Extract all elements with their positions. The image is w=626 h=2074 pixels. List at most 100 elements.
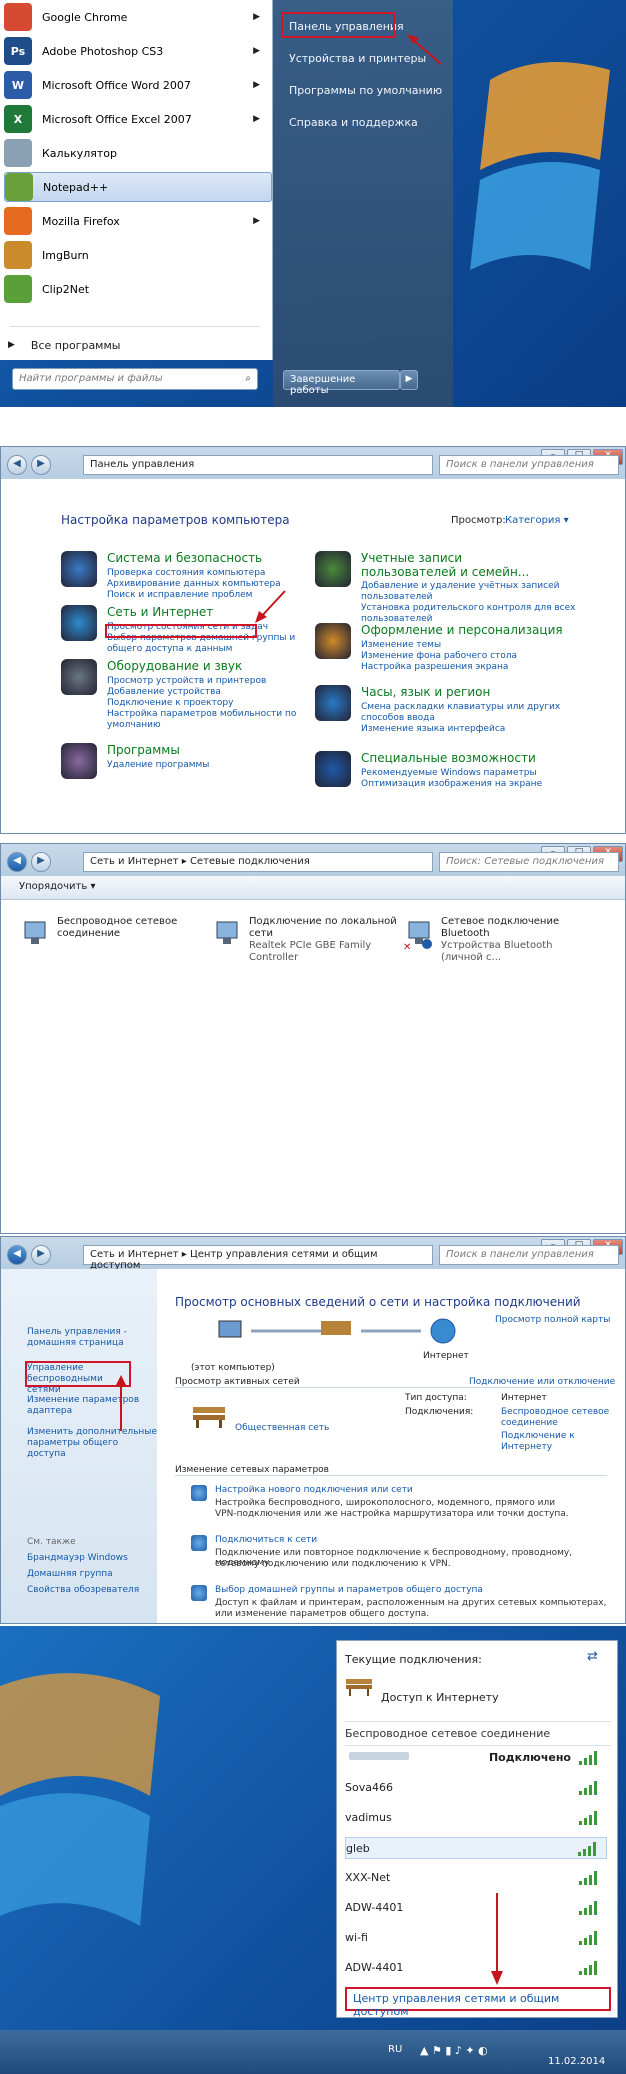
wireless-connection-link[interactable]: Беспроводное сетевое соединение [501, 1407, 609, 1429]
refresh-icon[interactable]: ⇄ [587, 1649, 598, 1664]
category-link[interactable]: Добавление и удаление учётных записей [361, 581, 576, 592]
program-item[interactable]: Clip2Net [4, 274, 272, 304]
wifi-network-item[interactable]: vadimus [345, 1807, 607, 1829]
firewall-link[interactable]: Брандмауэр Windows [27, 1553, 128, 1563]
task-link[interactable]: Выбор домашней группы и параметров общег… [215, 1585, 483, 1595]
shutdown-options-button[interactable]: ▶ [400, 370, 418, 390]
triangle-right-icon: ▶ [8, 340, 15, 350]
wifi-network-item[interactable]: gleb [345, 1837, 607, 1859]
category-link[interactable]: Добавление устройства [107, 687, 296, 698]
program-item[interactable]: ImgBurn [4, 240, 272, 270]
forward-button[interactable]: ▶ [31, 1245, 51, 1265]
sidebar-home-link[interactable]: Панель управления - домашняя страница [27, 1327, 127, 1349]
back-button[interactable]: ◀ [7, 852, 27, 872]
wifi-network-item[interactable]: Sova466 [345, 1777, 607, 1799]
connect-disconnect-link[interactable]: Подключение или отключение [469, 1377, 615, 1387]
connection-item[interactable]: Беспроводное сетевое соединение [19, 916, 209, 976]
category-title-link[interactable]: Сеть и Интернет [107, 605, 213, 619]
category-title-link[interactable]: Программы [107, 743, 180, 757]
submenu-arrow-icon[interactable]: ▶ [253, 80, 260, 90]
all-programs-item[interactable]: ▶ Все программы [8, 334, 270, 356]
forward-button[interactable]: ▶ [31, 852, 51, 872]
category-title-link[interactable]: Оборудование и звук [107, 659, 242, 673]
start-search-input[interactable]: Найти программы и файлы ⌕ [12, 368, 258, 390]
back-button[interactable]: ◀ [7, 1245, 27, 1265]
connection-item[interactable]: ✕ Сетевое подключение Bluetooth Устройства… [403, 916, 593, 976]
shield-icon [61, 551, 97, 587]
search-input[interactable]: Поиск: Сетевые подключения [439, 852, 619, 872]
connect-to-internet-link[interactable]: Подключение к Интернету [501, 1431, 575, 1453]
internet-options-link[interactable]: Свойства обозревателя [27, 1585, 139, 1595]
category-link[interactable]: Изменение языка интерфейса [361, 724, 560, 735]
wifi-network-connected[interactable]: Подключено [345, 1747, 607, 1769]
wifi-network-item[interactable]: XXX-Net [345, 1867, 607, 1889]
task-icon [191, 1585, 207, 1601]
task-link[interactable]: Подключиться к сети [215, 1535, 317, 1545]
calculator-icon [4, 139, 32, 167]
category-title-link[interactable]: Учетные записи пользователей и семейн... [361, 551, 561, 579]
program-item[interactable]: W Microsoft Office Word 2007 ▶ [4, 70, 272, 100]
submenu-arrow-icon[interactable]: ▶ [253, 114, 260, 124]
category-link[interactable]: умолчанию [107, 720, 296, 731]
tray-icons[interactable]: ▲ ⚑ ▮ ♪ ✦ ◐ [420, 2044, 488, 2057]
word-icon: W [4, 71, 32, 99]
submenu-arrow-icon[interactable]: ▶ [253, 216, 260, 226]
language-indicator[interactable]: RU [388, 2044, 402, 2055]
program-item[interactable]: Notepad++ [4, 172, 272, 202]
category-link[interactable]: Установка родительского контроля для все… [361, 603, 576, 614]
program-item[interactable]: X Microsoft Office Excel 2007 ▶ [4, 104, 272, 134]
program-label: ImgBurn [42, 248, 89, 262]
category-link[interactable]: способов ввода [361, 713, 560, 724]
shutdown-button[interactable]: Завершение работы [283, 370, 400, 396]
program-item[interactable]: Mozilla Firefox ▶ [4, 206, 272, 236]
wifi-network-name: ADW-4401 [345, 1901, 404, 1914]
search-input[interactable]: Поиск в панели управления [439, 455, 619, 475]
signal-strength-icon [578, 1842, 596, 1856]
homegroup-link[interactable]: Домашняя группа [27, 1569, 113, 1579]
category-link[interactable]: Подключение к проектору [107, 698, 296, 709]
category-link[interactable]: пользователей [361, 592, 576, 603]
category-link[interactable]: Изменение фона рабочего стола [361, 651, 517, 662]
network-center-link[interactable]: Центр управления сетями и общим доступом [345, 1987, 611, 2018]
category-link[interactable]: Рекомендуемые Windows параметры [361, 768, 542, 779]
category-link[interactable]: Смена раскладки клавиатуры или других [361, 702, 560, 713]
category-link[interactable]: Оптимизация изображения на экране [361, 779, 542, 790]
back-button[interactable]: ◀ [7, 455, 27, 475]
program-item[interactable]: Калькулятор [4, 138, 272, 168]
category-link[interactable]: Просмотр устройств и принтеров [107, 676, 296, 687]
wifi-network-name: Sova466 [345, 1781, 393, 1794]
category-link[interactable]: Настройка параметров мобильности по [107, 709, 296, 720]
connection-item[interactable]: Подключение по локальной сети Realtek PCI… [211, 916, 401, 976]
wifi-network-item[interactable]: wi-fi [345, 1927, 607, 1949]
category-link[interactable]: Удаление программы [107, 760, 209, 771]
submenu-arrow-icon[interactable]: ▶ [253, 12, 260, 22]
help-support-item[interactable]: Справка и поддержка [289, 116, 418, 129]
program-item[interactable]: Ps Adobe Photoshop CS3 ▶ [4, 36, 272, 66]
svg-text:✕: ✕ [403, 942, 411, 950]
category-title-link[interactable]: Часы, язык и регион [361, 685, 490, 699]
wifi-network-item[interactable]: ADW-4401 [345, 1897, 607, 1919]
address-bar[interactable]: Сеть и Интернет ▸ Сетевые подключения [83, 852, 433, 872]
submenu-arrow-icon[interactable]: ▶ [253, 46, 260, 56]
program-item[interactable]: Google Chrome ▶ [4, 2, 272, 32]
view-dropdown[interactable]: Категория ▾ [505, 515, 569, 526]
organize-button[interactable]: Упорядочить ▾ [19, 881, 95, 892]
public-network-link[interactable]: Общественная сеть [235, 1423, 329, 1433]
task-link[interactable]: Настройка нового подключения или сети [215, 1485, 413, 1495]
default-programs-item[interactable]: Программы по умолчанию [289, 84, 442, 97]
category-link[interactable]: Проверка состояния компьютера [107, 568, 281, 579]
address-bar[interactable]: Сеть и Интернет ▸ Центр управления сетям… [83, 1245, 433, 1271]
forward-button[interactable]: ▶ [31, 455, 51, 475]
search-input[interactable]: Поиск в панели управления [439, 1245, 619, 1265]
wifi-network-item[interactable]: ADW-4401 [345, 1957, 607, 1979]
category-title-link[interactable]: Оформление и персонализация [361, 623, 563, 637]
category-link[interactable]: общего доступа к данным [107, 644, 295, 655]
signal-strength-icon [579, 1811, 597, 1825]
full-map-link[interactable]: Просмотр полной карты [495, 1315, 610, 1325]
category-link[interactable]: Изменение темы [361, 640, 517, 651]
category-title-link[interactable]: Система и безопасность [107, 551, 262, 565]
sidebar-sharing-link[interactable]: Изменить дополнительные параметры общего … [27, 1427, 157, 1460]
category-link[interactable]: Настройка разрешения экрана [361, 662, 517, 673]
address-bar[interactable]: Панель управления [83, 455, 433, 475]
category-title-link[interactable]: Специальные возможности [361, 751, 536, 765]
